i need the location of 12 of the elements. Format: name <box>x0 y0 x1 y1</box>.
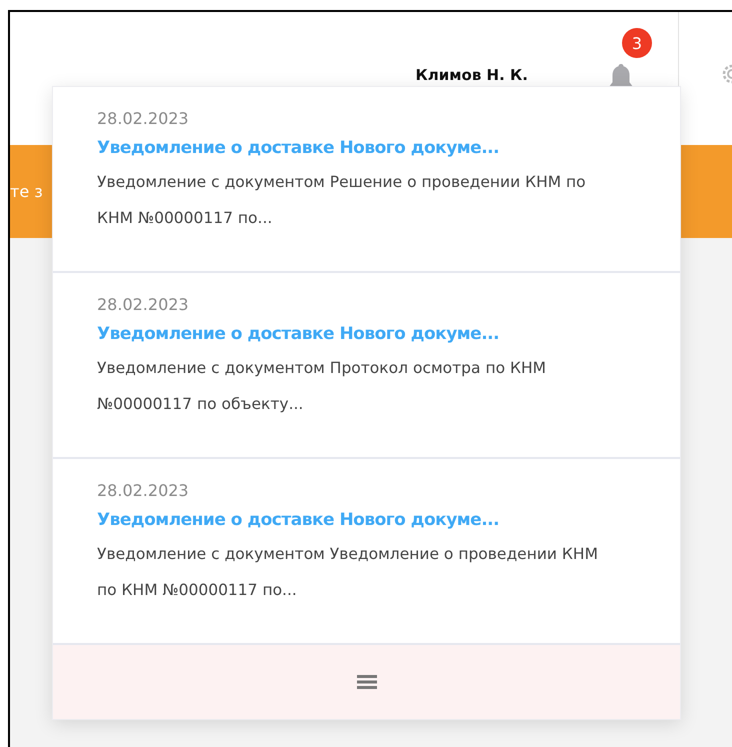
notification-date: 28.02.2023 <box>97 295 190 314</box>
banner-text: те з <box>10 182 43 201</box>
notification-item[interactable]: 28.02.2023 Уведомление о доставке Нового докуме... Уведомление с документом Протокол осмотра по КНМ №00000117 по объекту... <box>53 273 680 459</box>
notification-date: 28.02.2023 <box>97 481 190 500</box>
notification-text: Уведомление с документом Уведомление о проведении КНМ по КНМ №00000117 по... <box>97 544 599 601</box>
notification-badge: 3 <box>622 28 652 58</box>
notification-text: Уведомление с документом Решение о проведении КНМ по КНМ №00000117 по... <box>97 172 587 229</box>
menu-button[interactable] <box>356 674 376 690</box>
notification-text: Уведомление с документом Протокол осмотра по КНМ №00000117 по объекту... <box>97 358 548 415</box>
user-name[interactable]: Климов Н. К. <box>416 66 528 84</box>
notification-date: 28.02.2023 <box>97 109 190 128</box>
notification-item[interactable]: 28.02.2023 Уведомление о доставке Нового докуме... Уведомление с документом Решение о проведении КНМ по КНМ №00000117 по... <box>53 87 680 273</box>
